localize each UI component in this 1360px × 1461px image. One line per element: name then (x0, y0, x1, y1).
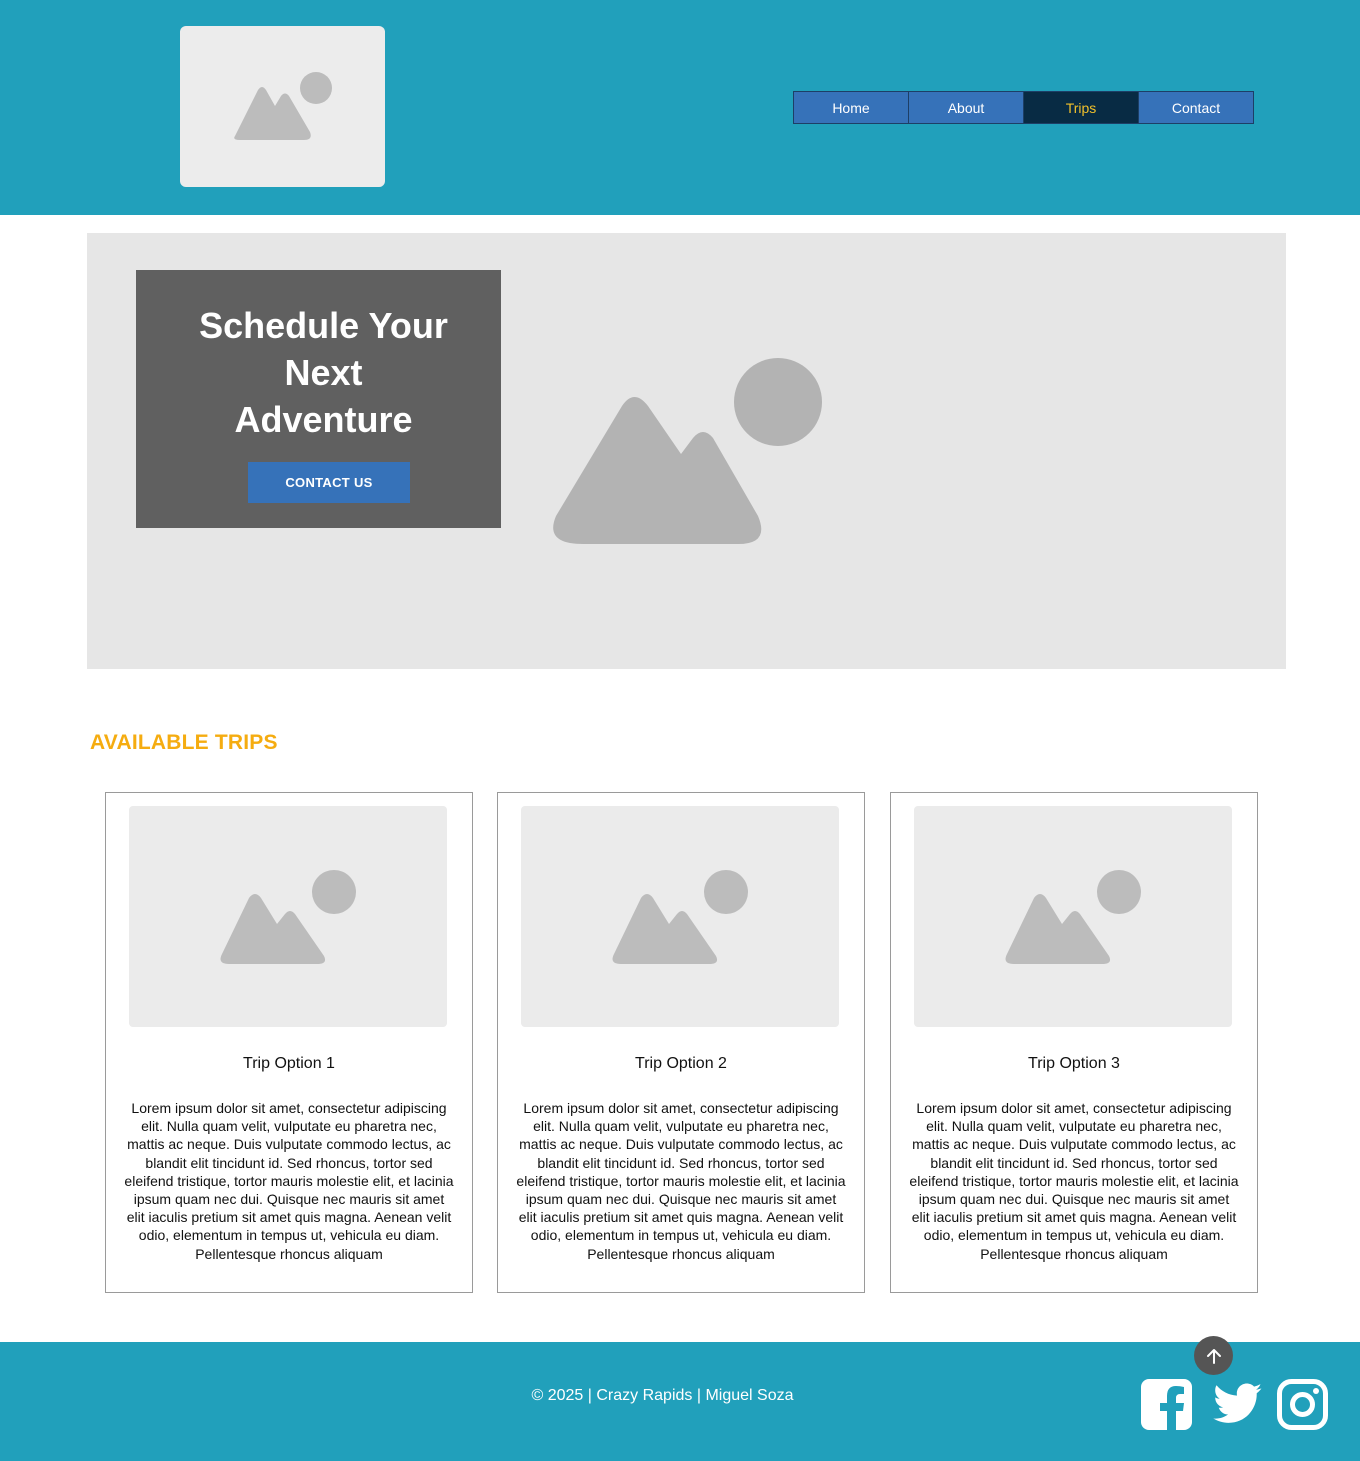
hero-callout: Schedule Your Next Adventure CONTACT US (136, 270, 501, 528)
trip-title: Trip Option 1 (243, 1055, 335, 1072)
image-placeholder-icon (220, 870, 356, 964)
hero-title-line: Next (284, 352, 363, 393)
nav-trips[interactable]: Trips (1024, 92, 1139, 123)
logo[interactable] (180, 26, 385, 187)
image-placeholder-icon (1005, 870, 1141, 964)
trip-image (521, 806, 839, 1027)
nav-about[interactable]: About (909, 92, 1024, 123)
image-placeholder-icon (234, 72, 332, 140)
arrow-up-icon (1206, 1348, 1221, 1364)
facebook-icon[interactable] (1140, 1378, 1193, 1431)
trip-image (914, 806, 1232, 1027)
image-placeholder-icon (612, 870, 748, 964)
site-header: Home About Trips Contact (0, 0, 1360, 215)
trip-title: Trip Option 2 (635, 1055, 727, 1072)
image-placeholder-icon (553, 358, 822, 544)
hero-title-line: Adventure (234, 399, 413, 440)
available-trips-heading: AVAILABLE TRIPS (90, 731, 278, 754)
nav-contact[interactable]: Contact (1139, 92, 1253, 123)
trip-description: Lorem ipsum dolor sit amet, consectetur … (909, 1100, 1239, 1262)
trip-description: Lorem ipsum dolor sit amet, consectetur … (124, 1100, 454, 1262)
main-nav: Home About Trips Contact (793, 91, 1254, 124)
instagram-icon[interactable] (1276, 1378, 1329, 1431)
back-to-top-button[interactable] (1194, 1336, 1233, 1375)
hero-title-line: Schedule Your (199, 305, 448, 346)
hero-title: Schedule Your Next Adventure (176, 302, 471, 443)
nav-home[interactable]: Home (794, 92, 909, 123)
trip-title: Trip Option 3 (1028, 1055, 1120, 1072)
trip-image (129, 806, 447, 1027)
copyright-text: © 2025 | Crazy Rapids | Miguel Soza (531, 1387, 794, 1404)
trip-card: Trip Option 3 Lorem ipsum dolor sit amet… (890, 792, 1258, 1293)
trip-card: Trip Option 2 Lorem ipsum dolor sit amet… (497, 792, 865, 1293)
twitter-icon[interactable] (1211, 1378, 1264, 1431)
trip-card: Trip Option 1 Lorem ipsum dolor sit amet… (105, 792, 473, 1293)
contact-us-button[interactable]: CONTACT US (248, 462, 410, 503)
trip-description: Lorem ipsum dolor sit amet, consectetur … (516, 1100, 846, 1262)
